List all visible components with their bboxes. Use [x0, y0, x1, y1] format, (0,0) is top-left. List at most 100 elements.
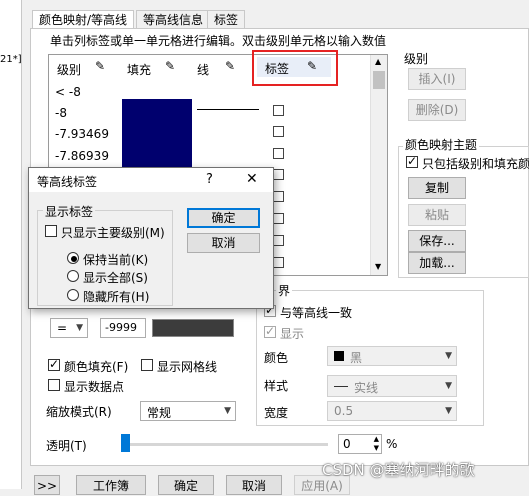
show-grid-checkbox[interactable] [141, 359, 153, 371]
style-label: 样式 [264, 379, 289, 393]
show-all-radio[interactable] [67, 270, 79, 282]
transparency-spinbox[interactable]: 0 ▲ ▼ [338, 434, 382, 454]
width-label: 宽度 [264, 406, 289, 420]
keep-current-radio[interactable] [67, 252, 79, 264]
show-points-checkbox[interactable] [48, 379, 60, 391]
transparency-label: 透明(T) [46, 439, 87, 453]
left-sliver: 21*] [0, 0, 22, 489]
label-checkbox[interactable] [273, 257, 284, 268]
keep-current-label: 保持当前(K) [83, 253, 149, 267]
dialog-cancel-button[interactable]: 取消 [187, 233, 260, 253]
show-all-label: 显示全部(S) [83, 271, 148, 285]
save-button[interactable]: 保存... [408, 230, 466, 252]
label-checkbox[interactable] [273, 148, 284, 159]
show-grid-label: 显示网格线 [157, 360, 218, 374]
workbook-button[interactable]: 工作簿 [76, 475, 146, 495]
left-sliver-text: 21*] [0, 54, 22, 65]
only-levels-checkbox[interactable] [406, 154, 418, 168]
chevron-down-icon: ▼ [445, 381, 452, 391]
line-sample[interactable] [197, 109, 259, 110]
color-select[interactable]: 黑 ▼ [327, 346, 457, 366]
only-major-checkbox[interactable] [45, 225, 57, 237]
load-button[interactable]: 加载... [408, 252, 466, 274]
transparency-unit: % [386, 437, 398, 451]
delete-button[interactable]: 删除(D) [408, 99, 466, 121]
expand-button[interactable]: >> [34, 475, 60, 495]
hide-all-radio[interactable] [67, 289, 79, 301]
col-header-line[interactable]: 线 [197, 61, 209, 78]
dialog-ok-button[interactable]: 确定 [187, 208, 260, 228]
transparency-slider-thumb[interactable] [121, 434, 130, 452]
cancel-button[interactable]: 取消 [226, 475, 282, 495]
edit-pencil-icon[interactable]: ✎ [165, 59, 175, 73]
label-checkbox[interactable] [273, 105, 284, 116]
level-cell[interactable]: -7.86939 [55, 149, 109, 163]
scroll-thumb[interactable] [373, 71, 385, 89]
label-checkbox[interactable] [273, 235, 284, 246]
close-icon[interactable]: ✕ [246, 171, 258, 187]
width-select[interactable]: 0.5 ▼ [327, 401, 457, 421]
watermark: CSDN @塞纳河畔的歌 [322, 461, 475, 479]
level-group-title: 级别 [404, 52, 429, 66]
level-cell[interactable]: -7.93469 [55, 127, 109, 141]
col-header-fill[interactable]: 填充 [127, 61, 151, 78]
ok-button[interactable]: 确定 [158, 475, 214, 495]
boundary-title: 界 [276, 282, 293, 299]
scale-mode-value: 常规 [147, 406, 172, 420]
only-major-label: 只显示主要级别(M) [61, 226, 165, 240]
spin-up-icon[interactable]: ▲ [374, 435, 379, 444]
chevron-down-icon: ▼ [224, 406, 231, 416]
condition-operator-value: = [57, 321, 68, 335]
scale-mode-label: 缩放模式(R) [46, 405, 112, 419]
spin-down-icon[interactable]: ▼ [374, 444, 379, 453]
contour-label-dialog: 等高线标签 ? ✕ 显示标签 只显示主要级别(M) 保持当前(K) 显示全部(S… [28, 167, 274, 309]
style-select[interactable]: 实线 ▼ [327, 375, 457, 397]
chevron-down-icon: ▼ [445, 351, 452, 361]
scale-mode-select[interactable]: 常规 ▼ [140, 401, 236, 421]
chevron-down-icon: ▼ [76, 323, 83, 333]
tab-colormap[interactable]: 颜色映射/等高线 [32, 10, 135, 29]
transparency-value: 0 [343, 437, 351, 451]
color-fill-checkbox[interactable] [48, 357, 60, 371]
label-checkbox[interactable] [273, 169, 284, 180]
insert-button[interactable]: 插入(I) [408, 68, 466, 90]
style-value: 实线 [354, 381, 379, 395]
level-cell[interactable]: -8 [55, 106, 67, 120]
paste-button[interactable]: 粘贴 [408, 204, 466, 226]
condition-value-input[interactable]: -9999 [100, 318, 146, 338]
width-value: 0.5 [334, 404, 354, 418]
show-points-label: 显示数据点 [64, 380, 125, 394]
chevron-down-icon: ▼ [445, 406, 452, 416]
show-labels-title: 显示标签 [43, 203, 96, 220]
color-label: 颜色 [264, 351, 289, 365]
color-value: 黑 [350, 351, 363, 365]
condition-color-swatch[interactable] [152, 319, 234, 337]
tab-labels[interactable]: 标签 [207, 10, 246, 29]
edit-pencil-icon[interactable]: ✎ [95, 59, 105, 73]
label-checkbox[interactable] [273, 213, 284, 224]
tab-contour-info[interactable]: 等高线信息 [136, 10, 211, 29]
edit-pencil-icon[interactable]: ✎ [225, 59, 235, 73]
hide-all-label: 隐藏所有(H) [83, 290, 150, 304]
dialog-titlebar: 等高线标签 ? ✕ [29, 168, 273, 192]
only-levels-label: 只包括级别和填充颜 [422, 157, 529, 171]
instruction-text: 单击列标签或单一单元格进行编辑。双击级别单元格以输入数值 [50, 34, 387, 48]
condition-value: -9999 [105, 321, 137, 334]
line-style-icon [334, 386, 348, 387]
table-scrollbar[interactable]: ▲ ▼ [370, 55, 387, 275]
scroll-up-icon[interactable]: ▲ [375, 57, 381, 66]
level-cell[interactable]: < -8 [55, 85, 81, 99]
col-header-level[interactable]: 级别 [57, 61, 81, 78]
dialog-title: 等高线标签 [37, 175, 98, 189]
highlight-box [252, 50, 338, 86]
colormap-theme-title: 颜色映射主题 [403, 136, 480, 153]
copy-button[interactable]: 复制 [408, 177, 466, 199]
condition-operator-select[interactable]: = ▼ [50, 318, 88, 338]
color-fill-label: 颜色填充(F) [64, 360, 129, 374]
scroll-down-icon[interactable]: ▼ [375, 262, 381, 271]
transparency-track[interactable] [124, 443, 328, 446]
show-boundary-checkbox[interactable] [264, 324, 276, 338]
help-icon[interactable]: ? [206, 172, 213, 187]
label-checkbox[interactable] [273, 191, 284, 202]
label-checkbox[interactable] [273, 126, 284, 137]
